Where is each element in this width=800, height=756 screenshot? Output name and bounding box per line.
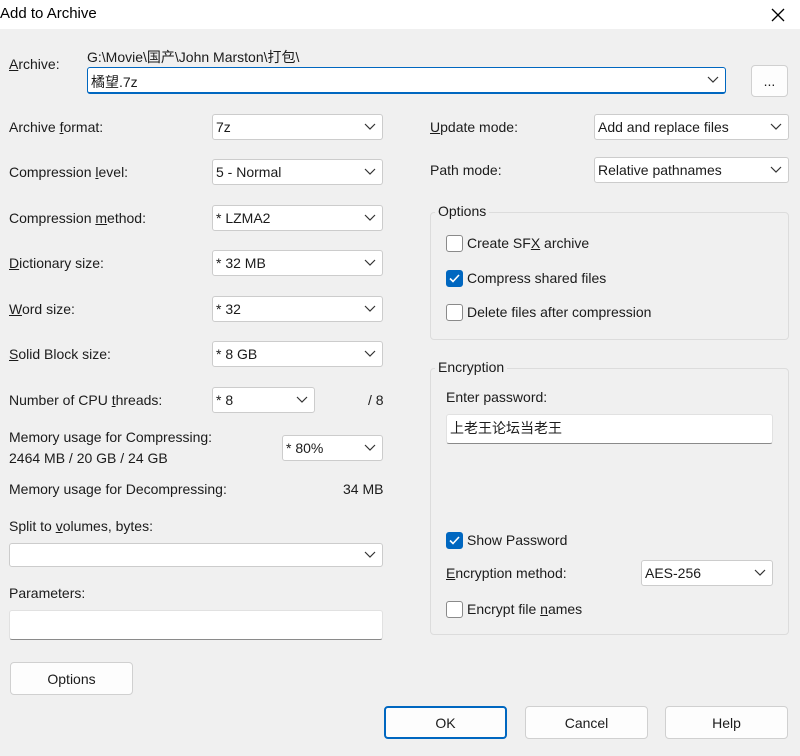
chevron-down-icon: [770, 166, 782, 173]
encryption-group-title: Encryption: [435, 359, 508, 375]
help-button[interactable]: Help: [665, 706, 788, 739]
delete-after-checkbox[interactable]: [446, 304, 463, 321]
update-mode-label: Update mode:: [430, 119, 518, 135]
create-sfx-checkbox[interactable]: [446, 235, 463, 252]
split-volumes-label: Split to volumes, bytes:: [9, 518, 153, 534]
solid-block-size-value: * 8 GB: [216, 346, 258, 362]
archive-name-combobox[interactable]: 橘望.7z: [87, 67, 726, 94]
create-sfx-label: Create SFX archive: [467, 235, 590, 251]
chevron-down-icon: [364, 259, 376, 266]
close-icon: [771, 8, 785, 21]
checkmark-icon: [449, 536, 460, 545]
solid-block-size-combobox[interactable]: * 8 GB: [212, 341, 383, 367]
archive-format-label: Archive format:: [9, 119, 104, 135]
memory-compress-label: Memory usage for Compressing:: [9, 429, 213, 445]
memory-decompress-label: Memory usage for Decompressing:: [9, 481, 227, 497]
dictionary-size-label: Dictionary size:: [9, 255, 104, 271]
chevron-down-icon: [364, 444, 376, 451]
parameters-input[interactable]: [9, 610, 383, 640]
options-button[interactable]: Options: [10, 662, 133, 695]
path-mode-combobox[interactable]: Relative pathnames: [594, 157, 789, 183]
show-password-checkbox[interactable]: [446, 532, 463, 549]
enter-password-label: Enter password:: [446, 389, 548, 405]
encryption-method-label: Encryption method:: [446, 565, 567, 581]
parameters-label: Parameters:: [9, 585, 86, 601]
memory-decompress-value: 34 MB: [343, 481, 384, 497]
encryption-group: [430, 368, 789, 635]
update-mode-value: Add and replace files: [598, 119, 729, 135]
word-size-combobox[interactable]: * 32: [212, 296, 383, 322]
browse-button[interactable]: ...: [751, 65, 788, 97]
archive-path: G:\Movie\国产\John Marston\打包\: [87, 49, 300, 65]
archive-label: Archive:: [9, 56, 60, 72]
archive-format-value: 7z: [216, 119, 231, 135]
password-value: 上老王论坛当老王: [450, 421, 562, 437]
checkmark-icon: [449, 274, 460, 283]
cpu-threads-value: * 8: [216, 392, 234, 408]
compress-shared-label: Compress shared files: [467, 270, 607, 286]
dictionary-size-combobox[interactable]: * 32 MB: [212, 250, 383, 276]
dictionary-size-value: * 32 MB: [216, 255, 266, 271]
compression-level-value: 5 - Normal: [216, 164, 282, 180]
encryption-method-value: AES-256: [645, 565, 702, 581]
ok-button[interactable]: OK: [384, 706, 507, 739]
update-mode-combobox[interactable]: Add and replace files: [594, 114, 789, 140]
path-mode-value: Relative pathnames: [598, 162, 722, 178]
chevron-down-icon: [364, 214, 376, 221]
encrypt-names-checkbox[interactable]: [446, 601, 463, 618]
cpu-threads-label: Number of CPU threads:: [9, 392, 163, 408]
chevron-down-icon: [364, 168, 376, 175]
chevron-down-icon: [364, 551, 376, 558]
chevron-down-icon: [296, 396, 308, 403]
chevron-down-icon: [754, 569, 766, 576]
chevron-down-icon: [364, 350, 376, 357]
archive-name-value: 橘望.7z: [91, 74, 138, 90]
chevron-down-icon: [364, 305, 376, 312]
delete-after-label: Delete files after compression: [467, 304, 652, 320]
title-bar: Add to Archive: [0, 0, 800, 29]
chevron-down-icon: [770, 123, 782, 130]
word-size-label: Word size:: [9, 301, 75, 317]
encrypt-names-label: Encrypt file names: [467, 601, 583, 617]
options-group-title: Options: [435, 203, 490, 219]
cpu-threads-max: / 8: [368, 392, 384, 408]
window-title: Add to Archive: [0, 5, 97, 22]
path-mode-label: Path mode:: [430, 162, 502, 178]
compression-level-label: Compression level:: [9, 164, 129, 180]
compression-method-label: Compression method:: [9, 210, 146, 226]
chevron-down-icon: [364, 123, 376, 130]
memory-compress-combobox[interactable]: * 80%: [282, 435, 383, 461]
cpu-threads-combobox[interactable]: * 8: [212, 387, 315, 413]
password-input[interactable]: 上老王论坛当老王: [446, 414, 773, 444]
compression-method-combobox[interactable]: * LZMA2: [212, 205, 383, 231]
archive-format-combobox[interactable]: 7z: [212, 114, 383, 140]
encryption-method-combobox[interactable]: AES-256: [641, 560, 773, 586]
chevron-down-icon: [707, 76, 719, 83]
solid-block-size-label: Solid Block size:: [9, 346, 111, 362]
show-password-label: Show Password: [467, 532, 568, 548]
memory-compress-value: * 80%: [286, 440, 324, 456]
close-button[interactable]: [756, 0, 800, 29]
memory-compress-detail: 2464 MB / 20 GB / 24 GB: [9, 450, 168, 466]
word-size-value: * 32: [216, 301, 241, 317]
compression-method-value: * LZMA2: [216, 210, 271, 226]
split-volumes-combobox[interactable]: [9, 543, 383, 567]
compression-level-combobox[interactable]: 5 - Normal: [212, 159, 383, 185]
cancel-button[interactable]: Cancel: [525, 706, 648, 739]
compress-shared-checkbox[interactable]: [446, 270, 463, 287]
